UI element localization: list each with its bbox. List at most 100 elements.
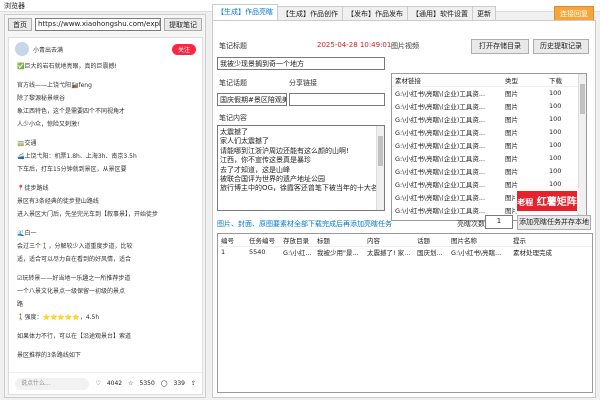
image-table-row[interactable]: G:\小红书\亮瞎\(企业)工具资... 图片 100 <box>392 112 580 125</box>
table-cell: 图片 <box>505 89 518 98</box>
comment-input[interactable]: 说点什么... <box>15 377 90 390</box>
table-cell: 100 <box>549 153 562 162</box>
tab-generate-hot[interactable]: 【生成】作品亮瞎 <box>212 4 278 20</box>
image-table-row[interactable]: G:\小红书\亮瞎\(企业)工具资... 图片 100 <box>392 151 580 164</box>
title-input[interactable]: 我被少现景搁到奇一个地方 <box>217 57 385 70</box>
content-line: 被联合国评为世界的遗产地址公园 <box>220 175 325 184</box>
timestamp: 2025-04-28 10:49:01 <box>317 41 392 49</box>
comment-icon[interactable]: ◯ <box>161 380 168 387</box>
share-icon[interactable]: ⇪ <box>191 380 196 387</box>
table-cell: G:\小红书\亮瞎\(企业)工具资... <box>395 154 486 163</box>
url-input[interactable]: https://www.xiaohongshu.com/explore <box>35 17 161 31</box>
content-line: 太震撼了 <box>220 128 248 136</box>
like-count: 4042 <box>106 380 123 387</box>
tab-update[interactable]: 更新 <box>472 6 496 20</box>
content-line: 去了才知道，这是山峰 <box>220 165 290 174</box>
content-scrollbar[interactable] <box>376 126 384 210</box>
image-table-row[interactable]: G:\小红书\亮瞎\(企业)工具资... 图片 100 <box>392 138 580 151</box>
post-line: 官方线——上饶弋阳🚂feng <box>17 82 92 89</box>
content-line: 家人们太震撼了 <box>220 137 269 146</box>
column-header: 标题 <box>314 234 364 247</box>
tab-publish[interactable]: 【发布】作品发布 <box>342 6 408 20</box>
table-cell: 100 <box>549 88 562 97</box>
post-line: 🚄上饶弋阳：机票1.8h、上海3h、南京3.5h <box>17 153 137 160</box>
post-line <box>17 75 194 77</box>
tab-bar: 【生成】作品亮瞎 【生成】作品创作 【发布】作品发布 【通用】软件设置 更新 <box>212 4 596 20</box>
post-line: 会过三个🚶，分解较少入道重度步道，比较 <box>17 243 133 250</box>
post-line: 一个八景文化景点一级保留一初级的景点 <box>17 288 126 295</box>
post-line: 景区有3条经典的徒步登山路线 <box>17 198 99 205</box>
table-cell: 100 <box>549 101 562 110</box>
post-footer: 说点什么... ♡ 4042 ☆ 5350 ◯ 339 ⇪ <box>9 372 202 394</box>
download-hint: 图片、封面、原图要素材全部下载完成后再添加亮瞎任务 <box>217 220 392 228</box>
home-button[interactable]: 首页 <box>8 17 32 31</box>
open-folder-button[interactable]: 打开存储目录 <box>471 39 529 54</box>
extract-note-button[interactable]: 提取笔记 <box>164 17 202 31</box>
task-table-row[interactable]: 1 5540 G:\小红... 我被少用"景... 太震撼了! 家... 国庆划... G:… <box>218 246 592 258</box>
table-cell: 素材处理完成 <box>513 249 552 258</box>
table-cell: G:\小红书\亮瞎\(企业)工具资... <box>395 89 486 98</box>
post-line: 📍徒步路线 <box>17 185 49 192</box>
table-cell: G:\小红书\亮瞎... <box>451 249 502 258</box>
table-cell: G:\小红书\亮瞎\(企业)工具资... <box>395 193 486 202</box>
topic-input[interactable]: 国庆假期#景区陪观美到本地人 <box>217 93 287 106</box>
browser-panel: 首页 https://www.xiaohongshu.com/explore 提… <box>4 14 206 398</box>
history-button[interactable]: 历史提取记录 <box>533 39 589 54</box>
add-task-button[interactable]: 添加亮瞎任务并存本地 <box>517 215 591 230</box>
content-line: 旅行博主中的OG，徐霞客还曾笔下被当年的十大名 <box>220 184 378 193</box>
post-line: 🚶强度：⭐⭐⭐⭐⭐，4.5h <box>17 314 100 321</box>
table-cell: 图片 <box>505 154 518 163</box>
table-cell: G:\小红书\亮瞎\(企业)工具资... <box>395 141 486 150</box>
post-line: ☑玩转景——好当地一乐趣之一所推荐步道 <box>17 275 131 282</box>
tab-generate-create[interactable]: 【生成】作品创作 <box>277 6 343 20</box>
column-header: 提示 <box>510 234 592 247</box>
table-cell: 1 <box>221 248 226 257</box>
logo-watermark: 老程 红薯矩阵 <box>515 189 579 213</box>
column-header: 编号 <box>218 234 246 247</box>
content-line: 江西，你不宣传这景真是暴珍 <box>220 156 311 165</box>
image-table-row[interactable]: G:\小红书\亮瞎\(企业)工具资... 图片 100 <box>392 164 580 177</box>
share-link-input[interactable] <box>289 93 385 106</box>
post-line <box>17 345 194 347</box>
image-table-row[interactable]: G:\小红书\亮瞎\(企业)工具资... 图片 100 <box>392 99 580 112</box>
title-label: 笔记标题 <box>219 42 247 50</box>
follow-button[interactable]: 关注 <box>171 43 196 55</box>
browser-nav: 首页 https://www.xiaohongshu.com/explore 提… <box>5 15 205 33</box>
image-table-scrollbar[interactable] <box>578 74 586 220</box>
post-line <box>17 133 194 135</box>
image-table-row[interactable]: G:\小红书\亮瞎\(企业)工具资... 图片 100 <box>392 86 580 99</box>
table-cell: 图片 <box>505 102 518 111</box>
topic-label: 笔记话题 <box>219 79 247 87</box>
author-name[interactable]: 小青出去满 <box>33 45 168 54</box>
comment-count: 339 <box>173 380 185 387</box>
post-body: ✅巨大的岩石就地亮眼，真的巨震撼! 官方线——上饶弋阳🚂feng 除了黎源秘景峡谷象… <box>9 60 202 366</box>
image-table-row[interactable]: G:\小红书\亮瞎\(企业)工具资... 图片 100 <box>392 125 580 138</box>
star-count: 5350 <box>139 380 155 387</box>
column-header: 任务编号 <box>246 234 280 247</box>
tab-settings[interactable]: 【通用】软件设置 <box>407 6 473 20</box>
column-header: 下载 <box>546 74 580 87</box>
star-icon[interactable]: ☆ <box>128 380 133 387</box>
post-line <box>17 223 194 225</box>
main-panel: 笔记标题 2025-04-28 10:49:01 我被少现景搁到奇一个地方 笔记… <box>212 20 596 398</box>
table-cell: 100 <box>549 114 562 123</box>
post-page: 小青出去满 关注 ✅巨大的岩石就地亮眼，真的巨震撼! 官方线——上饶弋阳🚂feng… <box>8 37 203 395</box>
count-input[interactable]: 1 <box>485 215 513 229</box>
post-line: 路 <box>17 301 24 308</box>
table-cell: 国庆划... <box>417 249 443 258</box>
heart-icon[interactable]: ♡ <box>95 380 100 387</box>
table-cell: 图片 <box>505 141 518 150</box>
post-line: 景区推荐的3条路线如下 <box>17 352 81 359</box>
column-header: 话题 <box>414 234 448 247</box>
table-cell: 图片 <box>505 115 518 124</box>
avatar[interactable] <box>15 42 29 56</box>
content-textarea[interactable]: 太震撼了 家人们太震撼了 请能哪到江浙沪周边还能有这么颜的山啊! 江西，你不宣传… <box>217 125 385 211</box>
table-cell: 图片 <box>505 167 518 176</box>
post-line <box>17 268 194 270</box>
post-line: 象江西特色，这个是需要四个不同视角才 <box>17 108 126 115</box>
table-cell: G:\小红... <box>283 249 312 258</box>
column-header: 内容 <box>364 234 414 247</box>
post-header: 小青出去满 关注 <box>9 38 202 60</box>
column-header: 素材链接 <box>392 74 502 87</box>
post-line: 进入景区大门后，先坐完光车到【叙事景】，开始徒步 <box>17 211 159 218</box>
